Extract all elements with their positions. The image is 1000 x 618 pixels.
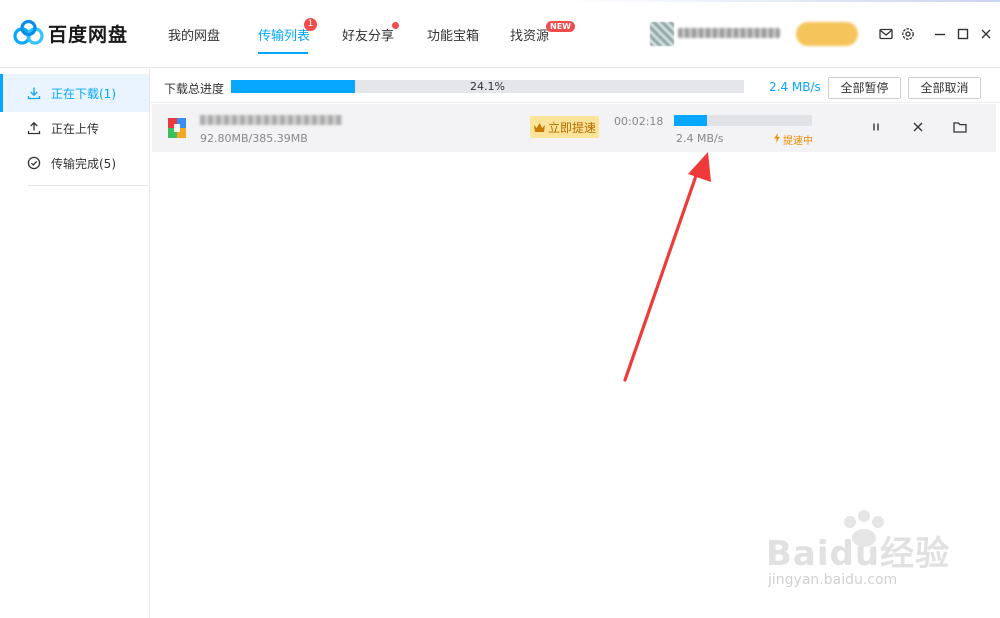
boost-now-button[interactable]: 立即提速 <box>530 116 599 138</box>
upload-icon <box>26 120 42 136</box>
title-bar: 百度网盘 我的网盘 传输列表 1 好友分享 功能宝箱 找资源 NEW <box>0 0 1000 68</box>
sidebar-item-completed[interactable]: 传输完成(5) <box>0 144 149 182</box>
sidebar-item-label: 正在下载(1) <box>51 86 116 101</box>
task-progress-bar <box>674 115 812 126</box>
active-tab-underline <box>258 52 308 54</box>
table-row[interactable]: 92.80MB/385.39MB 立即提速 00:02:18 2.4 MB/s … <box>152 104 996 152</box>
new-badge: NEW <box>546 21 575 32</box>
cloud-logo-icon <box>13 19 45 47</box>
tab-toolbox[interactable]: 功能宝箱 <box>427 25 479 44</box>
total-speed: 2.4 MB/s <box>769 80 821 94</box>
transfer-sidebar: 正在下载(1) 正在上传 传输完成(5) <box>0 69 150 618</box>
sidebar-item-downloading[interactable]: 正在下载(1) <box>0 74 149 112</box>
tab-my-drive[interactable]: 我的网盘 <box>168 25 220 44</box>
total-progress-label: 下载总进度 <box>164 82 225 96</box>
task-progress-fill <box>674 115 708 126</box>
total-progress-percent: 24.1% <box>470 80 505 93</box>
boost-now-label: 立即提速 <box>547 120 596 135</box>
settings-gear-icon[interactable] <box>900 26 916 42</box>
sidebar-item-label: 传输完成(5) <box>51 156 116 171</box>
open-folder-icon[interactable] <box>952 119 968 135</box>
boosting-label: 提速中 <box>783 136 813 147</box>
tab-find-resources[interactable]: 找资源 <box>510 25 549 44</box>
user-name-blurred[interactable] <box>678 28 780 38</box>
time-remaining: 00:02:18 <box>614 115 664 128</box>
total-progress-bar: 24.1% <box>231 80 744 93</box>
boosting-status: 提速中 <box>773 132 813 147</box>
sidebar-item-uploading[interactable]: 正在上传 <box>0 109 149 147</box>
mail-icon[interactable] <box>878 26 894 42</box>
crown-icon <box>533 122 546 133</box>
vip-badge-blurred[interactable] <box>796 22 858 46</box>
close-window-icon[interactable] <box>978 26 994 42</box>
maximize-icon[interactable] <box>955 26 971 42</box>
sidebar-divider <box>28 185 148 186</box>
task-speed: 2.4 MB/s <box>676 132 724 145</box>
file-size-progress: 92.80MB/385.39MB <box>200 132 308 145</box>
pause-icon[interactable] <box>868 119 884 135</box>
title-bar-accent <box>560 0 1000 2</box>
cancel-task-icon[interactable] <box>910 119 926 135</box>
watermark-subtitle: jingyan.baidu.com <box>768 572 898 588</box>
file-name-blurred <box>200 115 342 125</box>
cancel-all-button[interactable]: 全部取消 <box>908 77 981 99</box>
tab-friend-share[interactable]: 好友分享 <box>342 25 394 44</box>
download-icon <box>26 85 42 101</box>
lightning-icon <box>773 133 781 146</box>
app-logo: 百度网盘 <box>13 19 128 47</box>
transfer-count-badge: 1 <box>304 18 317 31</box>
avatar[interactable] <box>650 22 674 46</box>
download-summary-bar: 下载总进度 24.1% 2.4 MB/s 全部暂停 全部取消 <box>150 69 1000 103</box>
tab-transfer-list[interactable]: 传输列表 <box>258 25 310 44</box>
sidebar-item-label: 正在上传 <box>51 121 100 136</box>
check-circle-icon <box>26 155 42 171</box>
app-name: 百度网盘 <box>48 23 129 46</box>
archive-file-icon <box>168 118 186 138</box>
pause-all-button[interactable]: 全部暂停 <box>828 77 901 99</box>
watermark-title: Baidu经验 <box>766 534 951 574</box>
watermark: Baidu经验 jingyan.baidu.com <box>760 510 960 596</box>
minimize-icon[interactable] <box>932 26 948 42</box>
friend-share-dot-badge <box>392 22 399 29</box>
